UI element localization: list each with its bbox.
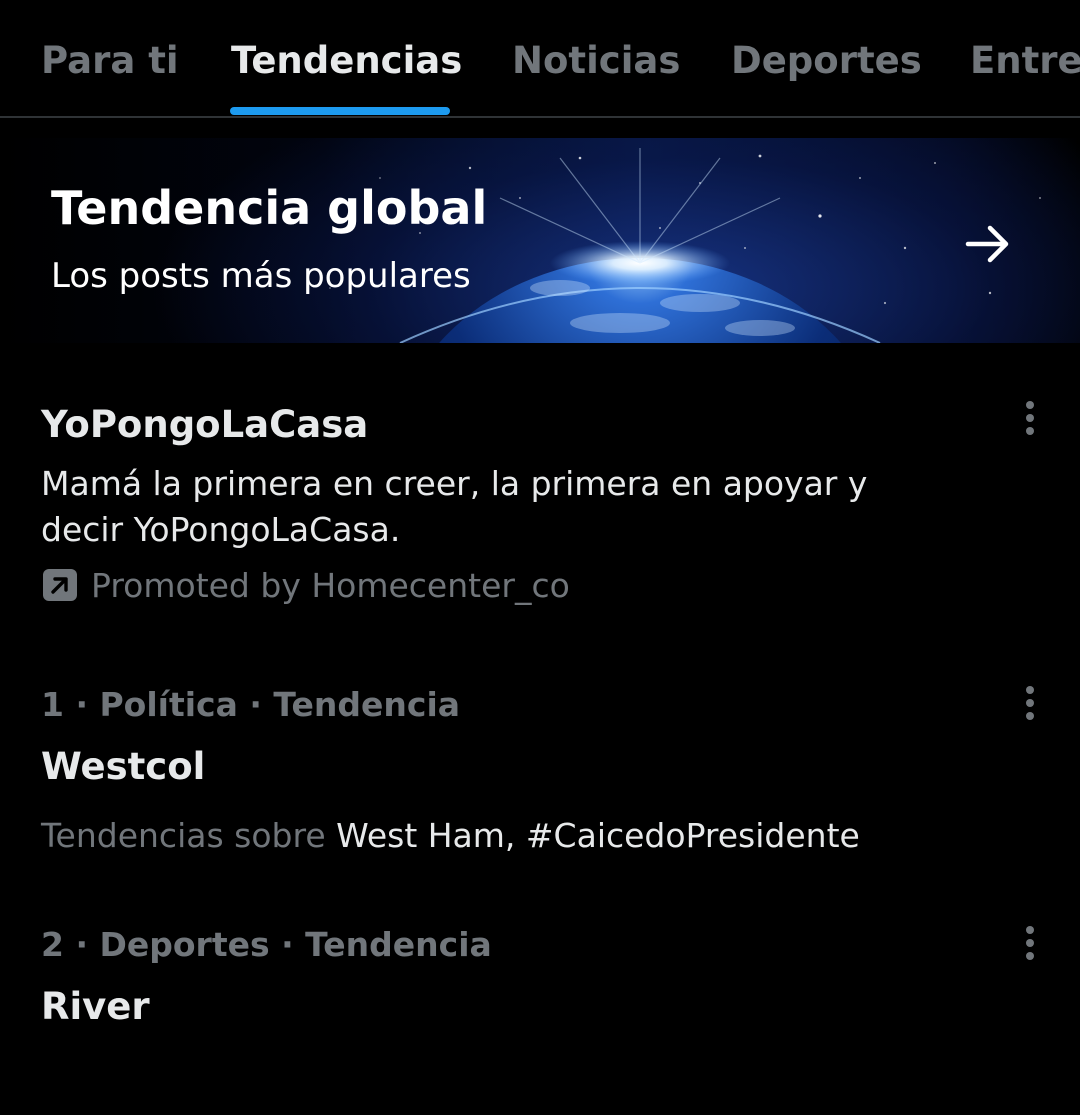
trend-context-topics[interactable]: West Ham, #CaicedoPresidente: [336, 816, 860, 855]
banner-title: Tendencia global: [51, 181, 488, 235]
tab-noticias[interactable]: Noticias: [512, 38, 680, 84]
tab-para-ti[interactable]: Para ti: [41, 38, 179, 84]
arrow-right-icon[interactable]: [962, 218, 1014, 270]
more-vertical-icon[interactable]: [1012, 921, 1048, 967]
trend-context-lead: Tendencias sobre: [41, 816, 326, 855]
trend-meta: 2 · Deportes · Tendencia: [41, 925, 492, 964]
promoted-trend-name: YoPongoLaCasa: [41, 403, 369, 446]
trend-name[interactable]: Westcol: [41, 744, 205, 790]
promoted-trend-description: Mamá la primera en creer, la primera en …: [41, 464, 868, 549]
promoted-by-label[interactable]: Promoted by Homecenter_co: [91, 565, 570, 607]
trend-meta: 1 · Política · Tendencia: [41, 685, 461, 724]
trend-context: Tendencias sobre West Ham, #CaicedoPresi…: [41, 815, 860, 857]
more-vertical-icon[interactable]: [1012, 396, 1048, 442]
earth-from-space-image: [329, 148, 1041, 343]
tab-entretenimiento[interactable]: Entretenimiento: [970, 38, 1080, 84]
promoted-arrow-icon: [43, 569, 77, 601]
tab-tendencias[interactable]: Tendencias: [231, 38, 462, 84]
trend-name[interactable]: River: [41, 984, 150, 1030]
active-tab-indicator: [230, 107, 450, 115]
tab-deportes[interactable]: Deportes: [731, 38, 922, 84]
banner-subtitle: Los posts más populares: [51, 256, 471, 296]
explore-tabs: Para ti Tendencias Noticias Deportes Ent…: [0, 0, 1080, 118]
more-vertical-icon[interactable]: [1012, 681, 1048, 727]
global-trend-banner[interactable]: Tendencia global Los posts más populares: [0, 138, 1080, 343]
